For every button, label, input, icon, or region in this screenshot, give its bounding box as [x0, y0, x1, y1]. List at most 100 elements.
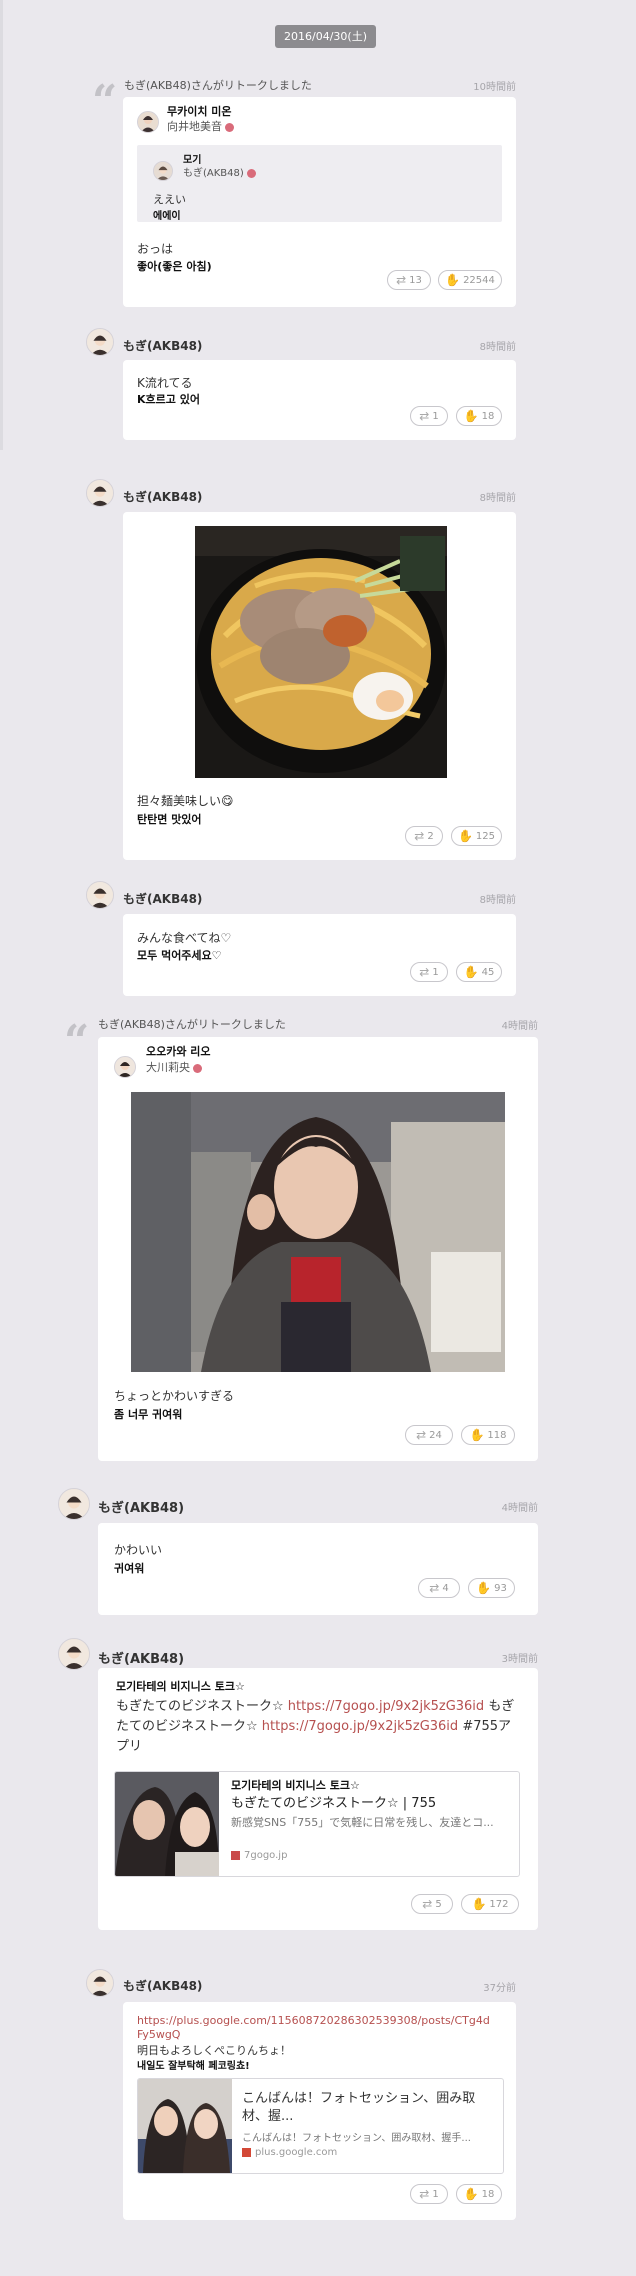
- post-text: かわいい: [114, 1543, 163, 1557]
- avatar[interactable]: [86, 1969, 114, 1997]
- like-button[interactable]: ✋ 18: [456, 2184, 502, 2204]
- post-time: 8時間前: [479, 895, 516, 906]
- avatar[interactable]: [86, 479, 114, 507]
- post-link[interactable]: https://plus.google.com/1156087202863025…: [137, 2014, 490, 2027]
- quoted-text-ko: 에에이: [153, 211, 181, 222]
- like-button[interactable]: ✋ 172: [461, 1894, 519, 1914]
- retalk-button[interactable]: ⇄ 1: [410, 2184, 448, 2204]
- author-name[interactable]: もぎ(AKB48): [123, 488, 202, 505]
- post-time: 4時間前: [501, 1503, 538, 1514]
- post-time: 4時間前: [501, 1021, 538, 1032]
- avatar[interactable]: [58, 1638, 90, 1670]
- link-domain-line: 7gogo.jp: [231, 1850, 287, 1861]
- retalk-count: 13: [409, 274, 422, 286]
- like-count: 22544: [463, 274, 495, 286]
- avatar[interactable]: [86, 881, 114, 909]
- post-text: ちょっとかわいすぎる: [114, 1389, 235, 1403]
- post-card: みんな食べてね♡ 모두 먹어주세요♡ ⇄ 1 ✋ 45: [123, 914, 516, 996]
- retalk-icon: ⇄: [422, 1897, 433, 1911]
- link-domain: plus.google.com: [255, 2147, 338, 2158]
- avatar[interactable]: [137, 111, 159, 133]
- like-count: 45: [481, 966, 495, 978]
- like-button[interactable]: ✋ 125: [451, 826, 502, 846]
- retalk-count: 4: [442, 1582, 449, 1594]
- retalk-count: 2: [427, 830, 434, 842]
- verified-badge-icon: [246, 168, 256, 178]
- retalk-button[interactable]: ⇄ 4: [418, 1578, 460, 1598]
- clap-icon: ✋: [463, 409, 479, 423]
- retalk-count: 5: [435, 1898, 442, 1910]
- post-text: 明日もよろしくぺこりんちょ！: [137, 2044, 291, 2057]
- retalk-icon: ⇄: [419, 409, 430, 423]
- link-thumbnail: [115, 1772, 219, 1876]
- like-button[interactable]: ✋ 45: [456, 962, 502, 982]
- post-text: #755ア: [458, 1719, 512, 1734]
- like-button[interactable]: ✋ 18: [456, 406, 502, 426]
- post-card: 오오카와 리오 大川莉央 ちょっとかわいすぎる 좀 너무 귀여워 ⇄ 24 ✋ 11…: [98, 1037, 538, 1461]
- like-button[interactable]: ✋ 118: [461, 1425, 515, 1445]
- tantanmen-photo[interactable]: [195, 526, 447, 778]
- author-name[interactable]: もぎ(AKB48): [123, 890, 202, 907]
- post-time: 3時間前: [501, 1654, 538, 1665]
- retalk-icon: ⇄: [429, 1581, 440, 1595]
- avatar[interactable]: [58, 1488, 90, 1520]
- author-name-line[interactable]: 大川莉央: [146, 1059, 202, 1075]
- avatar[interactable]: [86, 328, 114, 356]
- quoted-name: もぎ(AKB48): [183, 168, 244, 179]
- retalk-count: 1: [432, 966, 439, 978]
- post-text-ko: 좀 너무 귀여워: [114, 1408, 183, 1421]
- link-preview-card[interactable]: 모기타테의 비지니스 토크☆ もぎたてのビジネストーク☆ | 755 新感覚SN…: [114, 1771, 520, 1877]
- date-badge: 2016/04/30(土): [275, 25, 376, 48]
- post-text: たてのビジネストーク☆: [116, 1719, 262, 1734]
- post-link[interactable]: Fy5wgQ: [137, 2028, 180, 2041]
- site-favicon-icon: [242, 2147, 251, 2157]
- retalk-icon: ⇄: [396, 273, 407, 287]
- retalk-header: もぎ(AKB48)さんがリトークしました: [124, 79, 312, 92]
- post-card: かわいい 귀여워 ⇄ 4 ✋ 93: [98, 1523, 538, 1615]
- post-text-ko: 귀여워: [114, 1562, 145, 1575]
- link-domain: 7gogo.jp: [244, 1850, 288, 1861]
- author-name[interactable]: もぎ(AKB48): [123, 337, 202, 354]
- quoted-post[interactable]: 모기 もぎ(AKB48) ええい 에에이: [137, 145, 502, 222]
- like-button[interactable]: ✋ 93: [468, 1578, 515, 1598]
- retalk-header: もぎ(AKB48)さんがリトークしました: [98, 1018, 286, 1031]
- quoted-text: ええい: [153, 193, 186, 206]
- link-description: 新感覚SNS「755」で気軽に日常を残し、友達とコ...: [231, 1816, 494, 1829]
- retalk-icon: ⇄: [416, 1428, 427, 1442]
- link-preview-card[interactable]: こんばんは！フォトセッション、囲み取 材、握... こんばんは！フォトセッション…: [137, 2078, 504, 2174]
- post-time: 8時間前: [479, 342, 516, 353]
- author-name[interactable]: もぎ(AKB48): [98, 1648, 184, 1667]
- author-name[interactable]: もぎ(AKB48): [123, 1977, 202, 1994]
- post-link[interactable]: https://7gogo.jp/9x2jk5zG36id: [288, 1699, 484, 1714]
- post-card: 무카이치 미온 向井地美音 모기 もぎ(AKB48) ええい 에에이 おっは 좋…: [123, 97, 516, 307]
- post-text-ko: 모두 먹어주세요♡: [137, 949, 222, 962]
- link-title: こんばんは！フォトセッション、囲み取: [242, 2091, 476, 2106]
- post-link[interactable]: https://7gogo.jp/9x2jk5zG36id: [262, 1719, 458, 1734]
- post-card: 担々麺美味しい😋 탄탄면 맛있어 ⇄ 2 ✋ 125: [123, 512, 516, 860]
- quoted-name-line: もぎ(AKB48): [183, 164, 256, 179]
- avatar[interactable]: [114, 1056, 136, 1078]
- retalk-button[interactable]: ⇄ 1: [410, 406, 448, 426]
- girl-photo[interactable]: [131, 1092, 505, 1372]
- like-count: 172: [489, 1898, 509, 1910]
- clap-icon: ✋: [457, 829, 473, 843]
- post-text-line-2: たてのビジネストーク☆ https://7gogo.jp/9x2jk5zG36i…: [116, 1715, 511, 1734]
- like-button[interactable]: ✋ 22544: [438, 270, 502, 290]
- retalk-button[interactable]: ⇄ 24: [405, 1425, 453, 1445]
- author-name: 向井地美音: [167, 120, 222, 133]
- post-card: https://plus.google.com/1156087202863025…: [123, 2002, 516, 2220]
- like-count: 125: [475, 830, 496, 842]
- retalk-button[interactable]: ⇄ 5: [411, 1894, 453, 1914]
- retalk-button[interactable]: ⇄ 2: [405, 826, 443, 846]
- post-text: K流れてる: [137, 376, 193, 390]
- author-name-line[interactable]: 向井地美音: [167, 118, 234, 134]
- retalk-button[interactable]: ⇄ 1: [410, 962, 448, 982]
- post-time: 37分前: [483, 1983, 516, 1994]
- author-name[interactable]: もぎ(AKB48): [98, 1497, 184, 1516]
- retalk-count: 1: [432, 2188, 439, 2200]
- verified-badge-icon: [193, 1063, 202, 1073]
- post-text-ko: 내일도 잘부탁해 페코링쵸!: [137, 2061, 250, 2072]
- retalk-button[interactable]: ⇄ 13: [387, 270, 431, 290]
- left-shade: [0, 0, 3, 450]
- post-text: プリ: [116, 1739, 143, 1754]
